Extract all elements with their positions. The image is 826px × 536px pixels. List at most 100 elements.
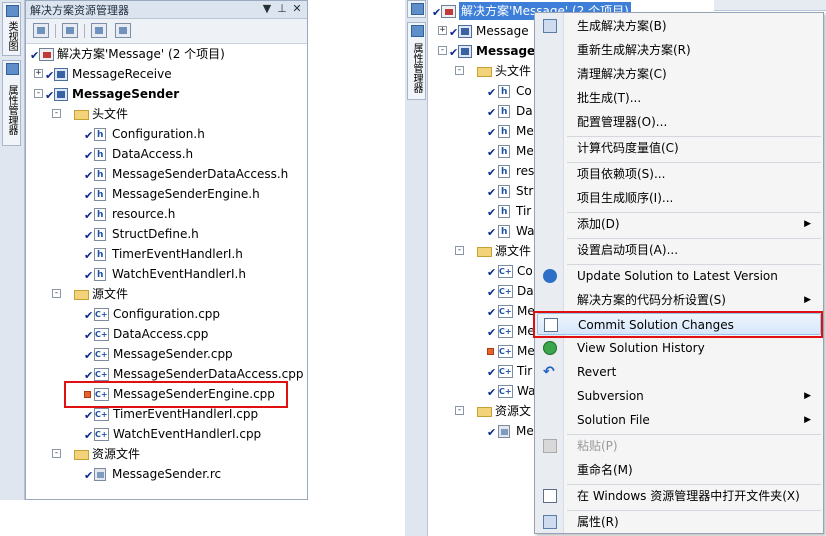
expand-toggle[interactable]: + [34, 69, 43, 78]
tree-item-label: Message [476, 44, 536, 58]
collapse-toggle[interactable]: - [438, 46, 447, 55]
properties-toolbar-icon[interactable] [33, 23, 49, 38]
tree-item-project[interactable]: + ✔ MessageReceive [26, 65, 307, 83]
tree-item-label: StructDefine.h [112, 227, 199, 241]
menu-item-label: 配置管理器(O)... [577, 115, 668, 129]
menu-item[interactable]: 清理解决方案(C) [537, 63, 821, 85]
menu-item-label: 项目生成顺序(I)... [577, 191, 674, 205]
folder-icon [477, 67, 492, 77]
tree-item-label: MessageReceive [72, 67, 172, 81]
tree-item-label: Configuration.h [112, 127, 205, 141]
tree-item-cpp[interactable]: ✔ DataAccess.cpp [26, 325, 307, 344]
menu-item[interactable]: 计算代码度量值(C) [537, 137, 821, 159]
menu-item[interactable]: Solution File ▶ [537, 409, 821, 431]
submenu-arrow-icon: ▶ [804, 295, 811, 305]
tree-item-h[interactable]: ✔ Configuration.h [26, 125, 307, 144]
show-all-files-icon[interactable] [62, 23, 78, 38]
menu-item[interactable]: 项目依赖项(S)... [537, 163, 821, 185]
tree-item-folder[interactable]: - 源文件 [26, 285, 307, 303]
class-view-tab[interactable] [407, 0, 426, 18]
collapse-toggle[interactable]: - [455, 406, 464, 415]
menu-item[interactable]: 添加(D) ▶ [537, 213, 821, 235]
tree-item-folder[interactable]: - 资源文件 [26, 445, 307, 463]
menu-item[interactable]: 重新生成解决方案(R) [537, 39, 821, 61]
cpp-file-icon [94, 406, 109, 424]
class-view-tab[interactable]: 类视图 [2, 2, 21, 56]
menu-item[interactable]: 设置启动项目(A)... [537, 239, 821, 261]
tree-item-label: 解决方案'Message' (2 个项目) [57, 47, 225, 61]
property-manager-tab[interactable]: 属性管理器 [407, 22, 426, 100]
project-icon [54, 88, 68, 101]
collapse-toggle[interactable]: - [52, 289, 61, 298]
collapse-toggle[interactable]: - [52, 109, 61, 118]
collapse-toggle[interactable]: - [52, 449, 61, 458]
tree-item-h[interactable]: ✔ DataAccess.h [26, 145, 307, 164]
tree-item-label: TimerEventHandlerI.h [112, 247, 243, 261]
menu-item[interactable]: View Solution History [537, 337, 821, 359]
tree-item-label: 源文件 [92, 287, 129, 301]
svn-status-check-icon: ✔ [487, 226, 497, 239]
close-button[interactable]: ✕ [291, 2, 303, 15]
svn-status-check-icon: ✔ [84, 169, 94, 182]
tree-item-cpp[interactable]: ✔ WatchEventHandlerI.cpp [26, 425, 307, 444]
cpp-file-icon [498, 263, 513, 281]
tree-item-h[interactable]: ✔ WatchEventHandlerI.h [26, 265, 307, 284]
menu-item[interactable]: ↶ Revert [537, 361, 821, 383]
menu-item[interactable]: 解决方案的代码分析设置(S) ▶ [537, 289, 821, 311]
undo-icon: ↶ [543, 364, 555, 380]
menu-item-label: View Solution History [577, 341, 705, 355]
menu-item[interactable]: 生成解决方案(B) [537, 15, 821, 37]
menu-item[interactable]: 在 Windows 资源管理器中打开文件夹(X) [537, 485, 821, 507]
menu-item: 粘贴(P) [537, 435, 821, 457]
cpp-file-icon [498, 343, 513, 361]
tree-item-h[interactable]: ✔ resource.h [26, 205, 307, 224]
tree-item-h[interactable]: ✔ MessageSenderEngine.h [26, 185, 307, 204]
tree-item-rc[interactable]: ✔ MessageSender.rc [26, 465, 307, 483]
cpp-file-icon [94, 366, 109, 384]
folder-icon [74, 450, 89, 460]
tree-item-folder[interactable]: - 头文件 [26, 105, 307, 123]
window-position-button[interactable]: ▼ [261, 2, 273, 15]
menu-item-label: 添加(D) [577, 217, 620, 231]
tree-item-cpp[interactable]: ✔ Configuration.cpp [26, 305, 307, 324]
view-code-icon[interactable] [91, 23, 107, 38]
menu-item[interactable]: Subversion ▶ [537, 385, 821, 407]
tree-item-cpp[interactable]: ✔ MessageSender.cpp [26, 345, 307, 364]
menu-item[interactable]: 项目生成顺序(I)... [537, 187, 821, 209]
menu-item[interactable]: Update Solution to Latest Version [537, 265, 821, 287]
menu-item[interactable]: 配置管理器(O)... [537, 111, 821, 133]
svn-status-check-icon: ✔ [487, 266, 497, 279]
project-icon [54, 68, 68, 81]
modified-status-icon [487, 348, 494, 355]
class-diagram-icon[interactable] [115, 23, 131, 38]
cpp-file-icon [94, 346, 109, 364]
submenu-arrow-icon: ▶ [804, 391, 811, 401]
tree-item-label: Me [516, 424, 534, 438]
menu-item[interactable]: 属性(R) [537, 511, 821, 533]
menu-item-label: 项目依赖项(S)... [577, 167, 666, 181]
tree-item-project[interactable]: - ✔ MessageSender [26, 85, 307, 103]
tree-item-h[interactable]: ✔ MessageSenderDataAccess.h [26, 165, 307, 184]
auto-hide-pin-button[interactable]: ⊥ [276, 2, 288, 15]
svn-status-check-icon: ✔ [487, 326, 497, 339]
tree-item-label: Tir [516, 204, 532, 218]
tree-item-solution[interactable]: ✔ 解决方案'Message' (2 个项目) [26, 45, 307, 63]
toolbar-separator [55, 24, 56, 38]
collapse-toggle[interactable]: - [455, 246, 464, 255]
header-file-icon [94, 266, 106, 284]
expand-toggle[interactable]: + [438, 26, 447, 35]
tree-item-label: WatchEventHandlerI.cpp [113, 427, 262, 441]
svn-status-check-icon: ✔ [84, 209, 94, 222]
collapse-toggle[interactable]: - [455, 66, 464, 75]
folder-icon [477, 247, 492, 257]
menu-item[interactable]: 重命名(M) [537, 459, 821, 481]
menu-item[interactable]: 批生成(T)... [537, 87, 821, 109]
tree-item-label: 头文件 [495, 64, 532, 78]
property-manager-tab[interactable]: 属性管理器 [2, 60, 21, 146]
svn-status-check-icon: ✔ [84, 349, 94, 362]
tree-item-h[interactable]: ✔ StructDefine.h [26, 225, 307, 244]
tree-item-label: Me [517, 344, 535, 358]
tree-item-h[interactable]: ✔ TimerEventHandlerI.h [26, 245, 307, 264]
collapse-toggle[interactable]: - [34, 89, 43, 98]
panel-title: 解决方案资源管理器 [30, 4, 129, 17]
